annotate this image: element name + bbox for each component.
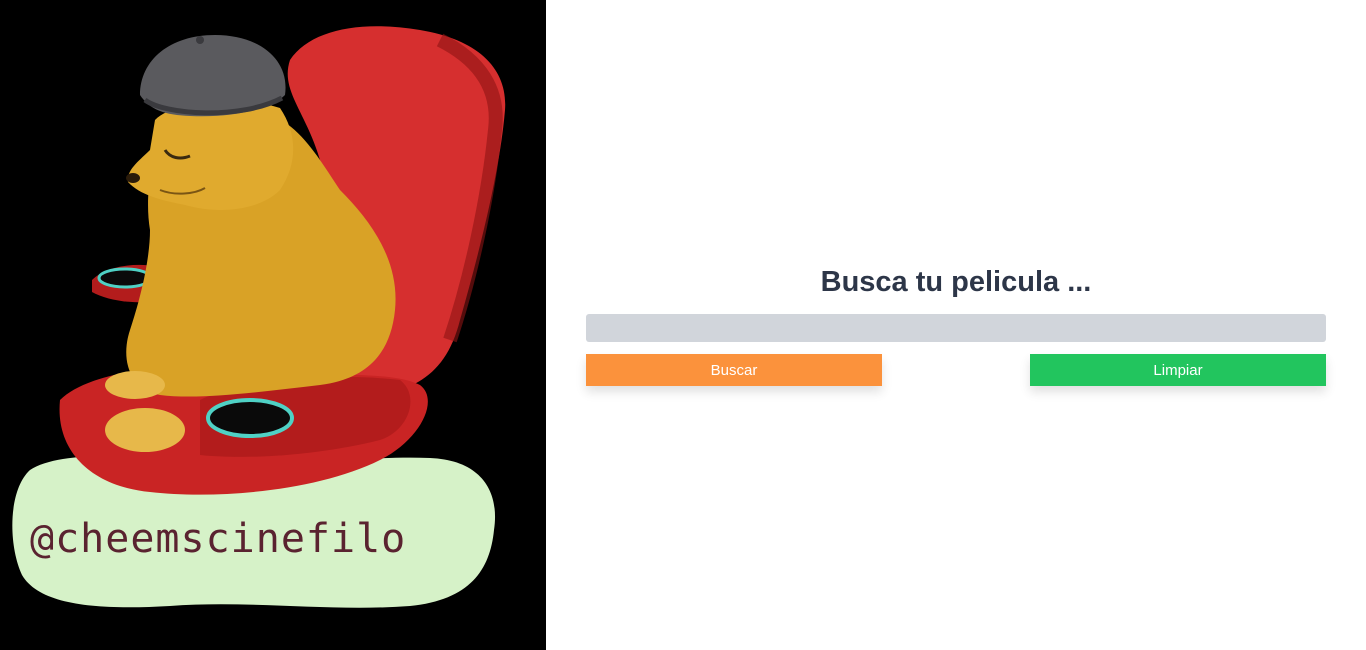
app-page: @cheemscinefilo Busca tu pelicula ... Bu… <box>0 0 1366 650</box>
cinefilo-handle: @cheemscinefilo <box>30 516 407 562</box>
logo-panel: @cheemscinefilo <box>0 0 546 650</box>
search-panel: Busca tu pelicula ... Buscar Limpiar <box>546 0 1366 650</box>
clear-button[interactable]: Limpiar <box>1030 354 1326 386</box>
search-button[interactable]: Buscar <box>586 354 882 386</box>
search-input[interactable] <box>586 314 1326 342</box>
dog-head <box>127 100 294 210</box>
search-title: Busca tu pelicula ... <box>820 266 1092 298</box>
